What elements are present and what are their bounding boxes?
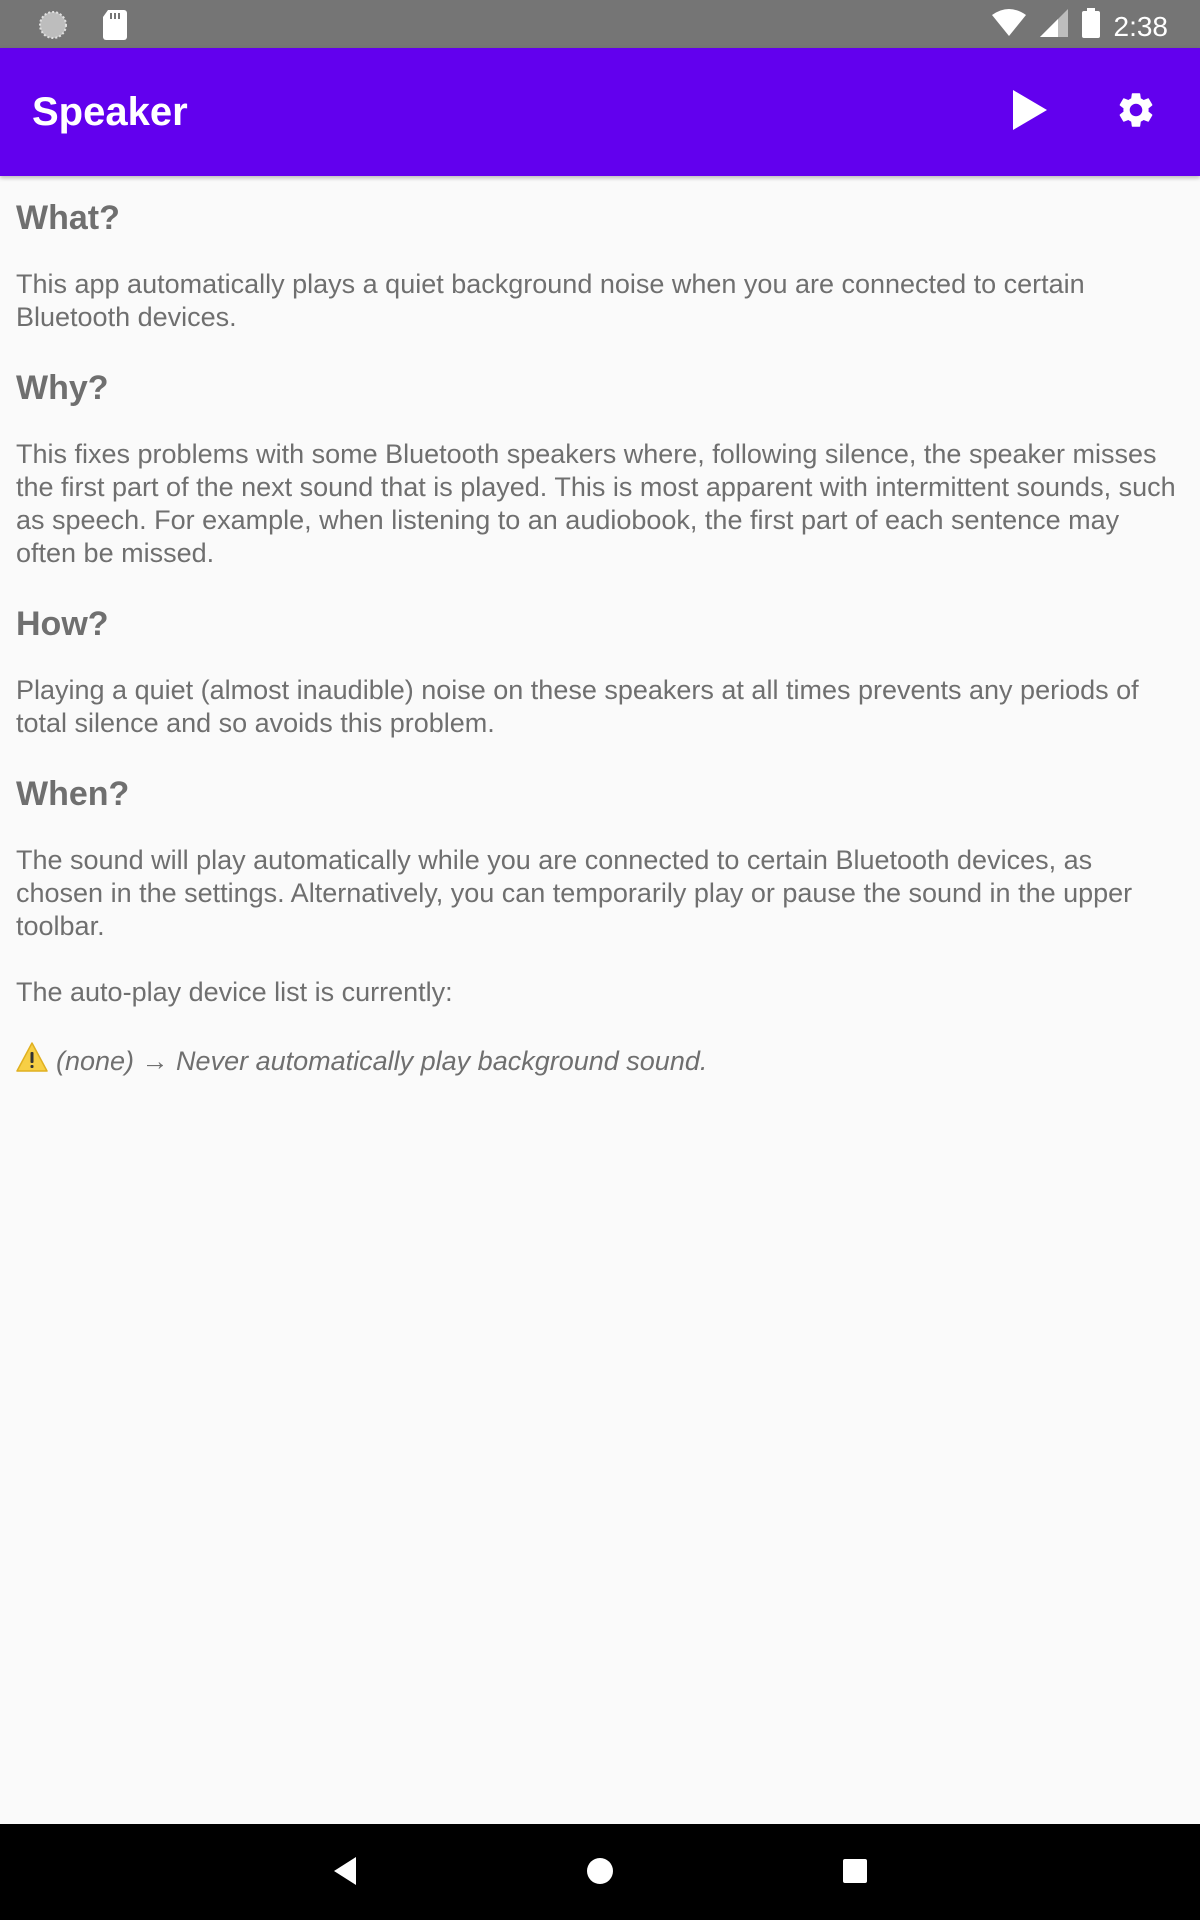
status-right-icons: 2:38 [991, 8, 1169, 45]
status-bar: 2:38 [0, 0, 1200, 48]
loading-spinner-icon [38, 10, 68, 45]
recents-button[interactable] [830, 1848, 880, 1898]
back-button[interactable] [320, 1848, 370, 1898]
warning-icon [16, 1042, 48, 1080]
status-time: 2:38 [1113, 10, 1169, 42]
heading-what: What? [16, 199, 120, 237]
device-list-intro: The auto-play device list is currently: [16, 977, 453, 1007]
settings-gear-icon [1115, 89, 1157, 136]
home-icon [586, 1857, 614, 1890]
back-icon [332, 1856, 358, 1891]
app-title: Speaker [32, 90, 188, 134]
recents-icon [842, 1858, 868, 1889]
paragraph-when: The sound will play automatically while … [16, 845, 1133, 941]
settings-button[interactable] [1106, 82, 1166, 142]
paragraph-why: This fixes problems with some Bluetooth … [16, 439, 1176, 568]
battery-icon [1081, 8, 1100, 45]
app-bar: Speaker [0, 48, 1200, 176]
status-left-icons [38, 10, 128, 45]
paragraph-what: This app automatically plays a quiet bac… [16, 269, 1085, 332]
device-list-text: (none) → Never automatically play backgr… [56, 1045, 708, 1076]
heading-how: How? [16, 605, 109, 643]
device-list-status: (none) → Never automatically play backgr… [16, 1042, 1180, 1080]
heading-why: Why? [16, 369, 109, 407]
play-icon [1009, 88, 1051, 137]
sd-card-icon [102, 10, 128, 45]
wifi-icon [991, 9, 1026, 44]
play-button[interactable] [1000, 82, 1060, 142]
paragraph-how: Playing a quiet (almost inaudible) noise… [16, 675, 1139, 738]
content: What? This app automatically plays a qui… [16, 176, 1180, 1080]
home-button[interactable] [575, 1848, 625, 1898]
heading-when: When? [16, 775, 130, 813]
cellular-signal-icon [1039, 9, 1068, 44]
navigation-bar [0, 1824, 1200, 1920]
